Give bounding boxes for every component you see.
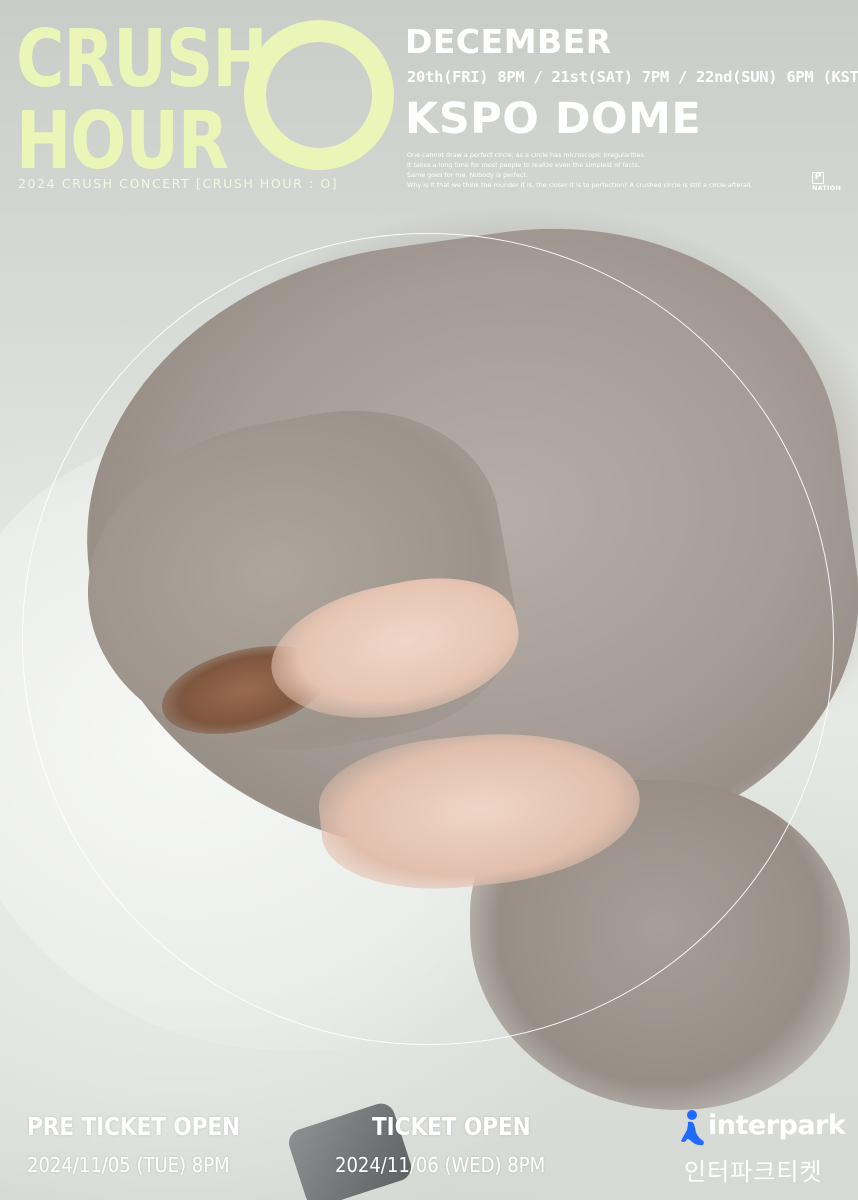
interpark-person-icon — [681, 1110, 704, 1146]
title-line-hour: HOUR — [16, 94, 229, 188]
concert-blurb: One cannot draw a perfect circle, as a c… — [407, 150, 807, 190]
interpark-logo: interpark 인터파크티켓 — [678, 1108, 848, 1188]
interpark-korean-name: 인터파크티켓 — [684, 1158, 823, 1186]
ticket-open-heading: TICKET OPEN — [372, 1112, 531, 1141]
pnation-logo-letter: P — [812, 172, 824, 184]
concert-title: CRUSH HOUR — [16, 12, 394, 188]
outline-circle — [22, 233, 834, 1045]
pnation-logo-word: NATION — [812, 184, 841, 192]
interpark-name: interpark — [708, 1110, 846, 1141]
blurb-line: One cannot draw a perfect circle, as a c… — [407, 151, 646, 159]
blurb-line: Same goes for me. Nobody is perfect. — [407, 171, 528, 179]
ticket-open-info: TICKET OPEN 2024/11/06 (WED) 8PM — [335, 1112, 568, 1177]
concert-poster: CRUSH HOUR 2024 CRUSH CONCERT [CRUSH HOU… — [0, 0, 858, 1200]
concert-dates: 20th(FRI) 8PM / 21st(SAT) 7PM / 22nd(SUN… — [407, 68, 858, 86]
concert-subtitle: 2024 CRUSH CONCERT [CRUSH HOUR : O] — [18, 176, 339, 191]
title-o-circle-icon — [244, 20, 394, 170]
ticket-open-date: 2024/11/06 (WED) 8PM — [335, 1153, 546, 1177]
title-line-crush: CRUSH — [16, 12, 268, 106]
blurb-line: It takes a long time for most people to … — [407, 161, 640, 169]
concert-venue: KSPO DOME — [405, 94, 702, 144]
pre-ticket-info: PRE TICKET OPEN 2024/11/05 (TUE) 8PM — [27, 1112, 275, 1177]
pre-ticket-date: 2024/11/05 (TUE) 8PM — [27, 1153, 230, 1177]
pnation-logo: P NATION — [812, 172, 842, 192]
pre-ticket-heading: PRE TICKET OPEN — [27, 1112, 241, 1141]
blurb-line: Why is it that we think the rounder it i… — [407, 181, 753, 189]
concert-month: DECEMBER — [405, 22, 612, 61]
